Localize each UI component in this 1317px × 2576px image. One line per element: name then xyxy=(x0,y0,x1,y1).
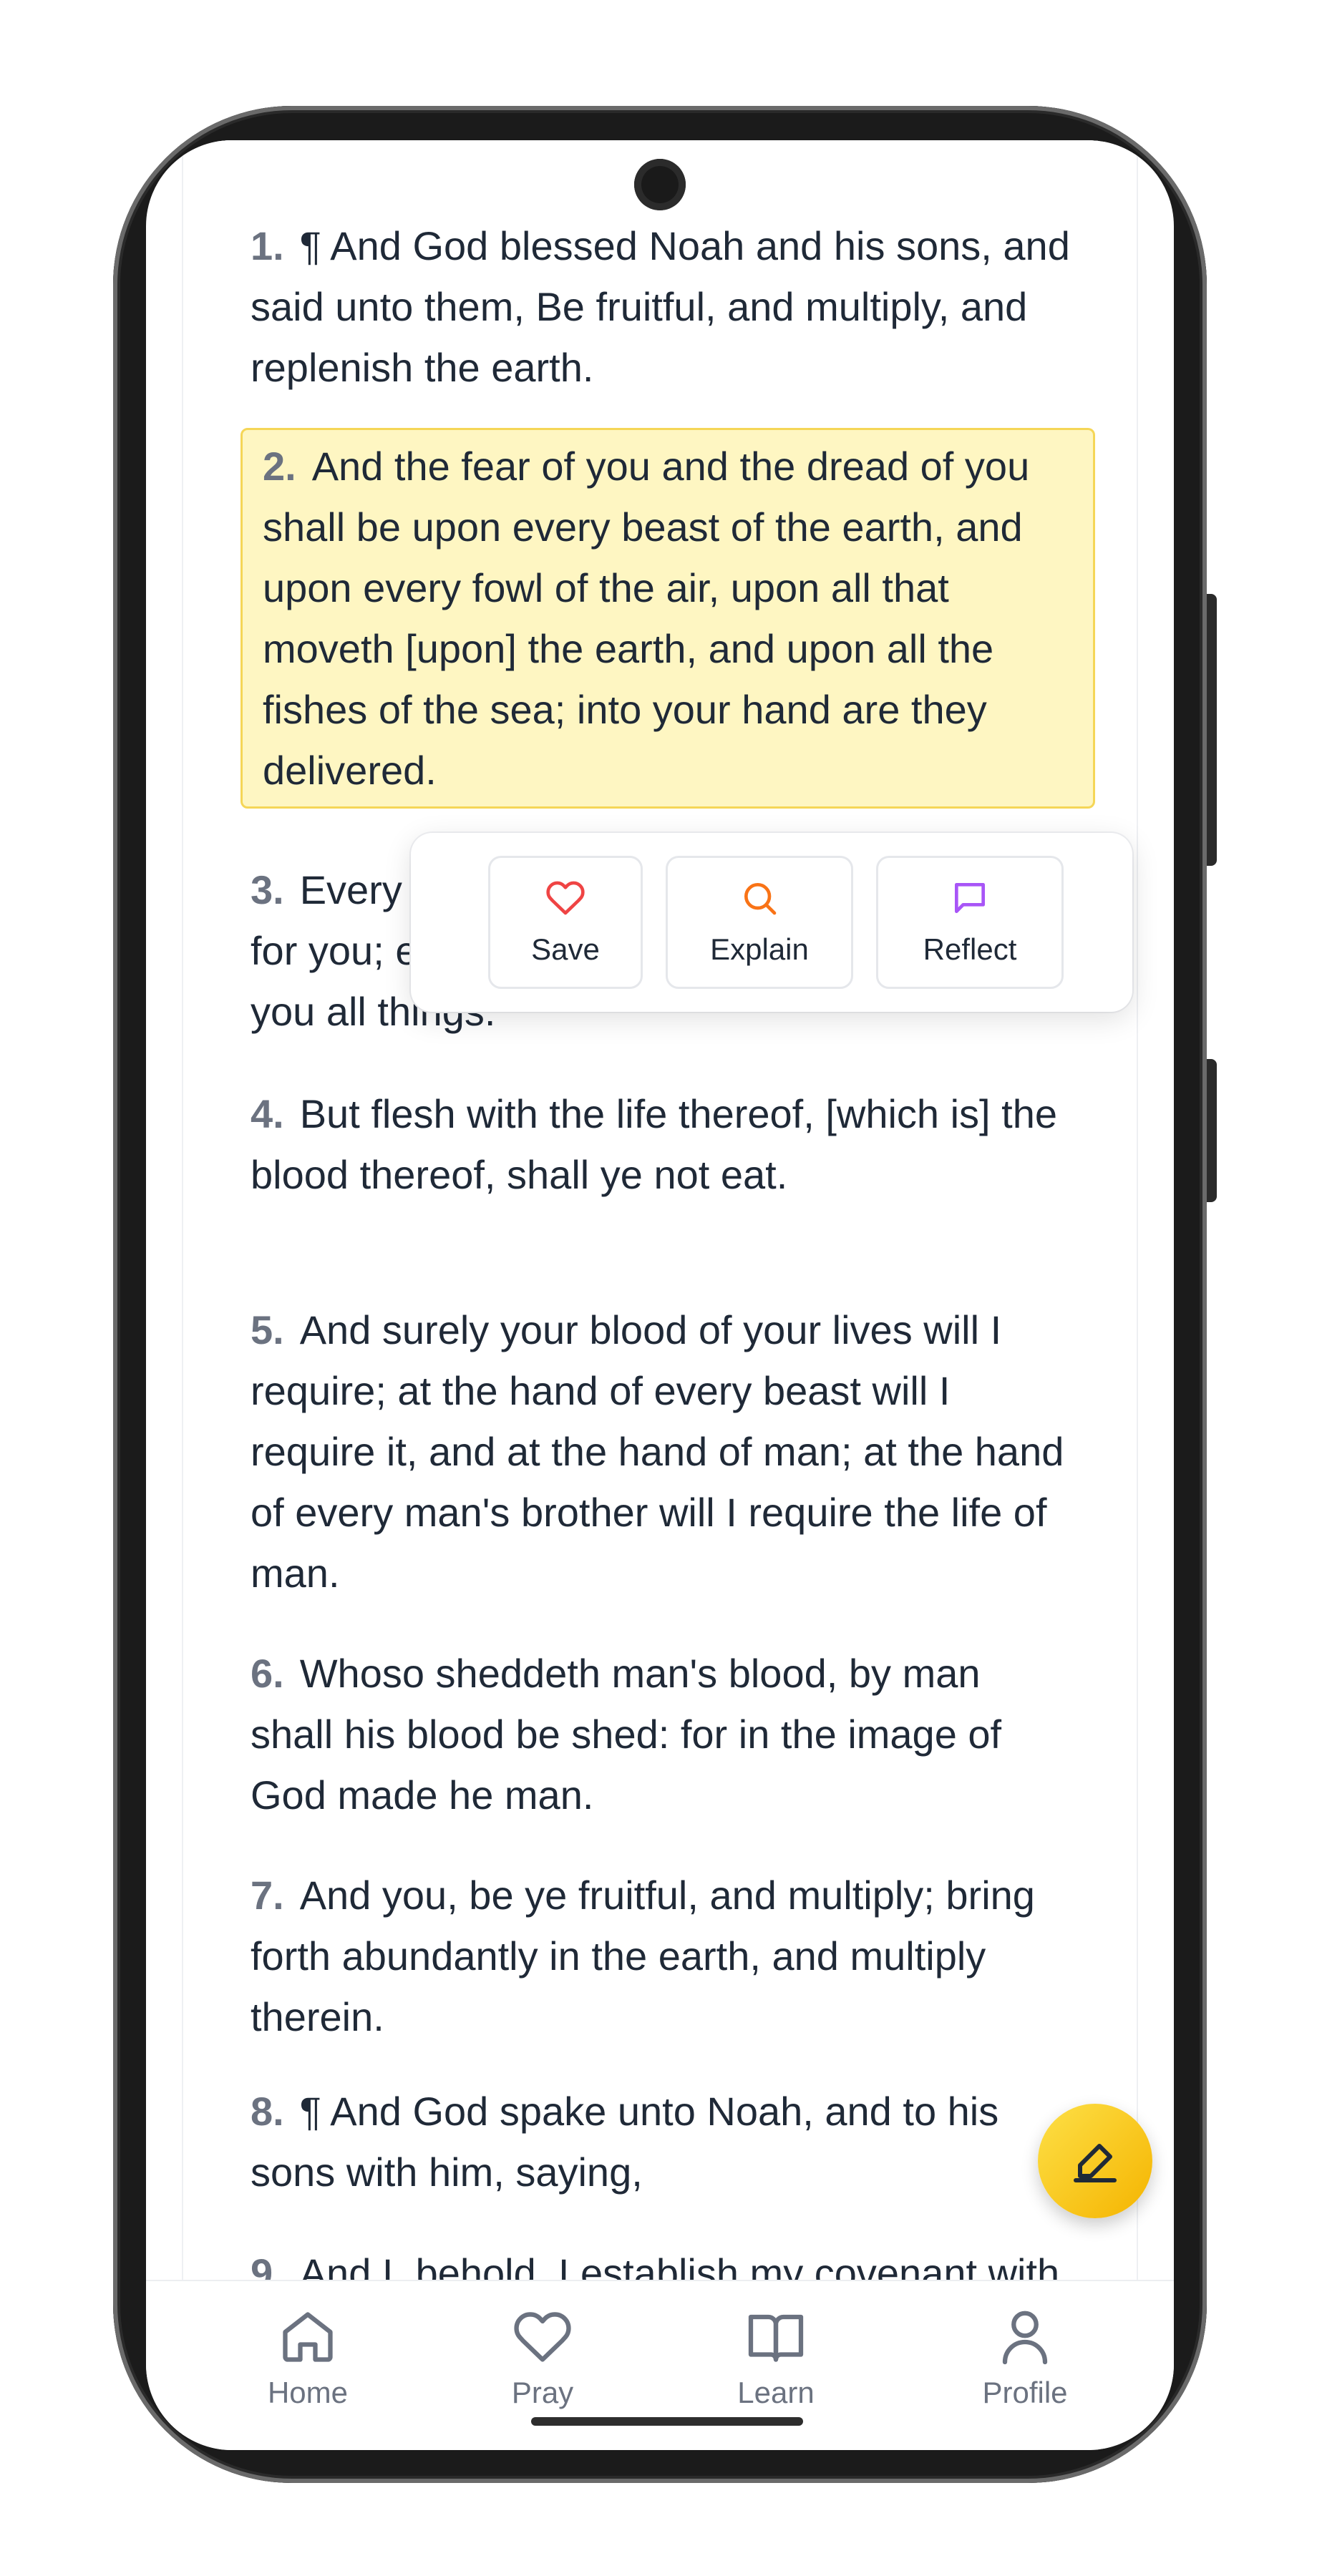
nav-home[interactable]: Home xyxy=(222,2307,394,2410)
verse-6[interactable]: 6. Whoso sheddeth man's blood, by man sha… xyxy=(251,1643,1074,1825)
verse-number: 2. xyxy=(263,444,296,489)
power-button xyxy=(1207,1059,1217,1202)
verse-text: But flesh with the life thereof, [which … xyxy=(251,1091,1058,1197)
nav-learn[interactable]: Learn xyxy=(690,2307,862,2410)
nav-profile[interactable]: Profile xyxy=(939,2307,1111,2410)
front-camera xyxy=(634,159,686,210)
verse-7[interactable]: 7. And you, be ye fruitful, and multiply;… xyxy=(251,1865,1074,2047)
verse-9[interactable]: 9. And I, behold, I establish my covenant… xyxy=(251,2243,1074,2280)
verse-text: ¶ And God blessed Noah and his sons, and… xyxy=(251,223,1070,390)
user-icon xyxy=(1002,2311,1048,2365)
verse-1[interactable]: 1. ¶ And God blessed Noah and his sons, a… xyxy=(251,215,1074,398)
nav-pray[interactable]: Pray xyxy=(457,2307,628,2410)
verse-text: Whoso sheddeth man's blood, by man shall… xyxy=(251,1651,1002,1818)
verse-number: 9. xyxy=(251,2250,284,2280)
verse-5[interactable]: 5. And surely your blood of your lives wi… xyxy=(251,1299,1074,1604)
home-indicator[interactable] xyxy=(531,2417,803,2426)
verse-number: 4. xyxy=(251,1091,284,1136)
nav-home-label: Home xyxy=(267,2376,349,2409)
verse-text: And you, be ye fruitful, and multiply; b… xyxy=(251,1873,1035,2039)
home-icon xyxy=(283,2312,333,2362)
verse-number: 1. xyxy=(251,223,284,268)
save-label: Save xyxy=(531,932,600,966)
save-button[interactable]: Save xyxy=(488,856,643,989)
search-icon xyxy=(744,883,777,915)
explain-label: Explain xyxy=(710,932,809,966)
verse-number: 7. xyxy=(251,1873,284,1918)
verse-number: 8. xyxy=(251,2089,284,2134)
verse-text: And I, behold, I establish my covenant w… xyxy=(299,2250,1060,2280)
nav-learn-label: Learn xyxy=(737,2376,815,2409)
message-icon xyxy=(955,883,985,913)
verse-action-popover: Save Explain Reflect xyxy=(411,833,1132,1012)
verse-2-highlighted[interactable]: 2. And the fear of you and the dread of y… xyxy=(240,428,1095,809)
explain-button[interactable]: Explain xyxy=(666,856,853,989)
volume-button xyxy=(1207,594,1217,866)
verse-list[interactable]: 1. ¶ And God blessed Noah and his sons, a… xyxy=(183,140,1137,2280)
verse-number: 3. xyxy=(251,867,284,912)
pen-icon xyxy=(1074,2144,1117,2182)
heart-icon xyxy=(514,2312,571,2362)
verse-number: 6. xyxy=(251,1651,284,1696)
nav-pray-label: Pray xyxy=(511,2376,574,2409)
verse-4[interactable]: 4. But flesh with the life thereof, [whic… xyxy=(251,1083,1074,1205)
verse-text: And the fear of you and the dread of you… xyxy=(263,444,1030,793)
heart-icon xyxy=(546,881,585,915)
verse-number: 5. xyxy=(251,1307,284,1352)
write-fab-button[interactable] xyxy=(1038,2104,1152,2218)
verse-text: ¶ And God spake unto Noah, and to his so… xyxy=(251,2089,999,2195)
reflect-label: Reflect xyxy=(923,932,1017,966)
verse-8[interactable]: 8. ¶ And God spake unto Noah, and to his … xyxy=(251,2081,1074,2202)
phone-screen: 1. ¶ And God blessed Noah and his sons, a… xyxy=(146,140,1174,2450)
reflect-button[interactable]: Reflect xyxy=(876,856,1064,989)
verse-text: And surely your blood of your lives will… xyxy=(251,1307,1064,1596)
book-icon xyxy=(748,2314,804,2362)
nav-profile-label: Profile xyxy=(982,2376,1068,2409)
